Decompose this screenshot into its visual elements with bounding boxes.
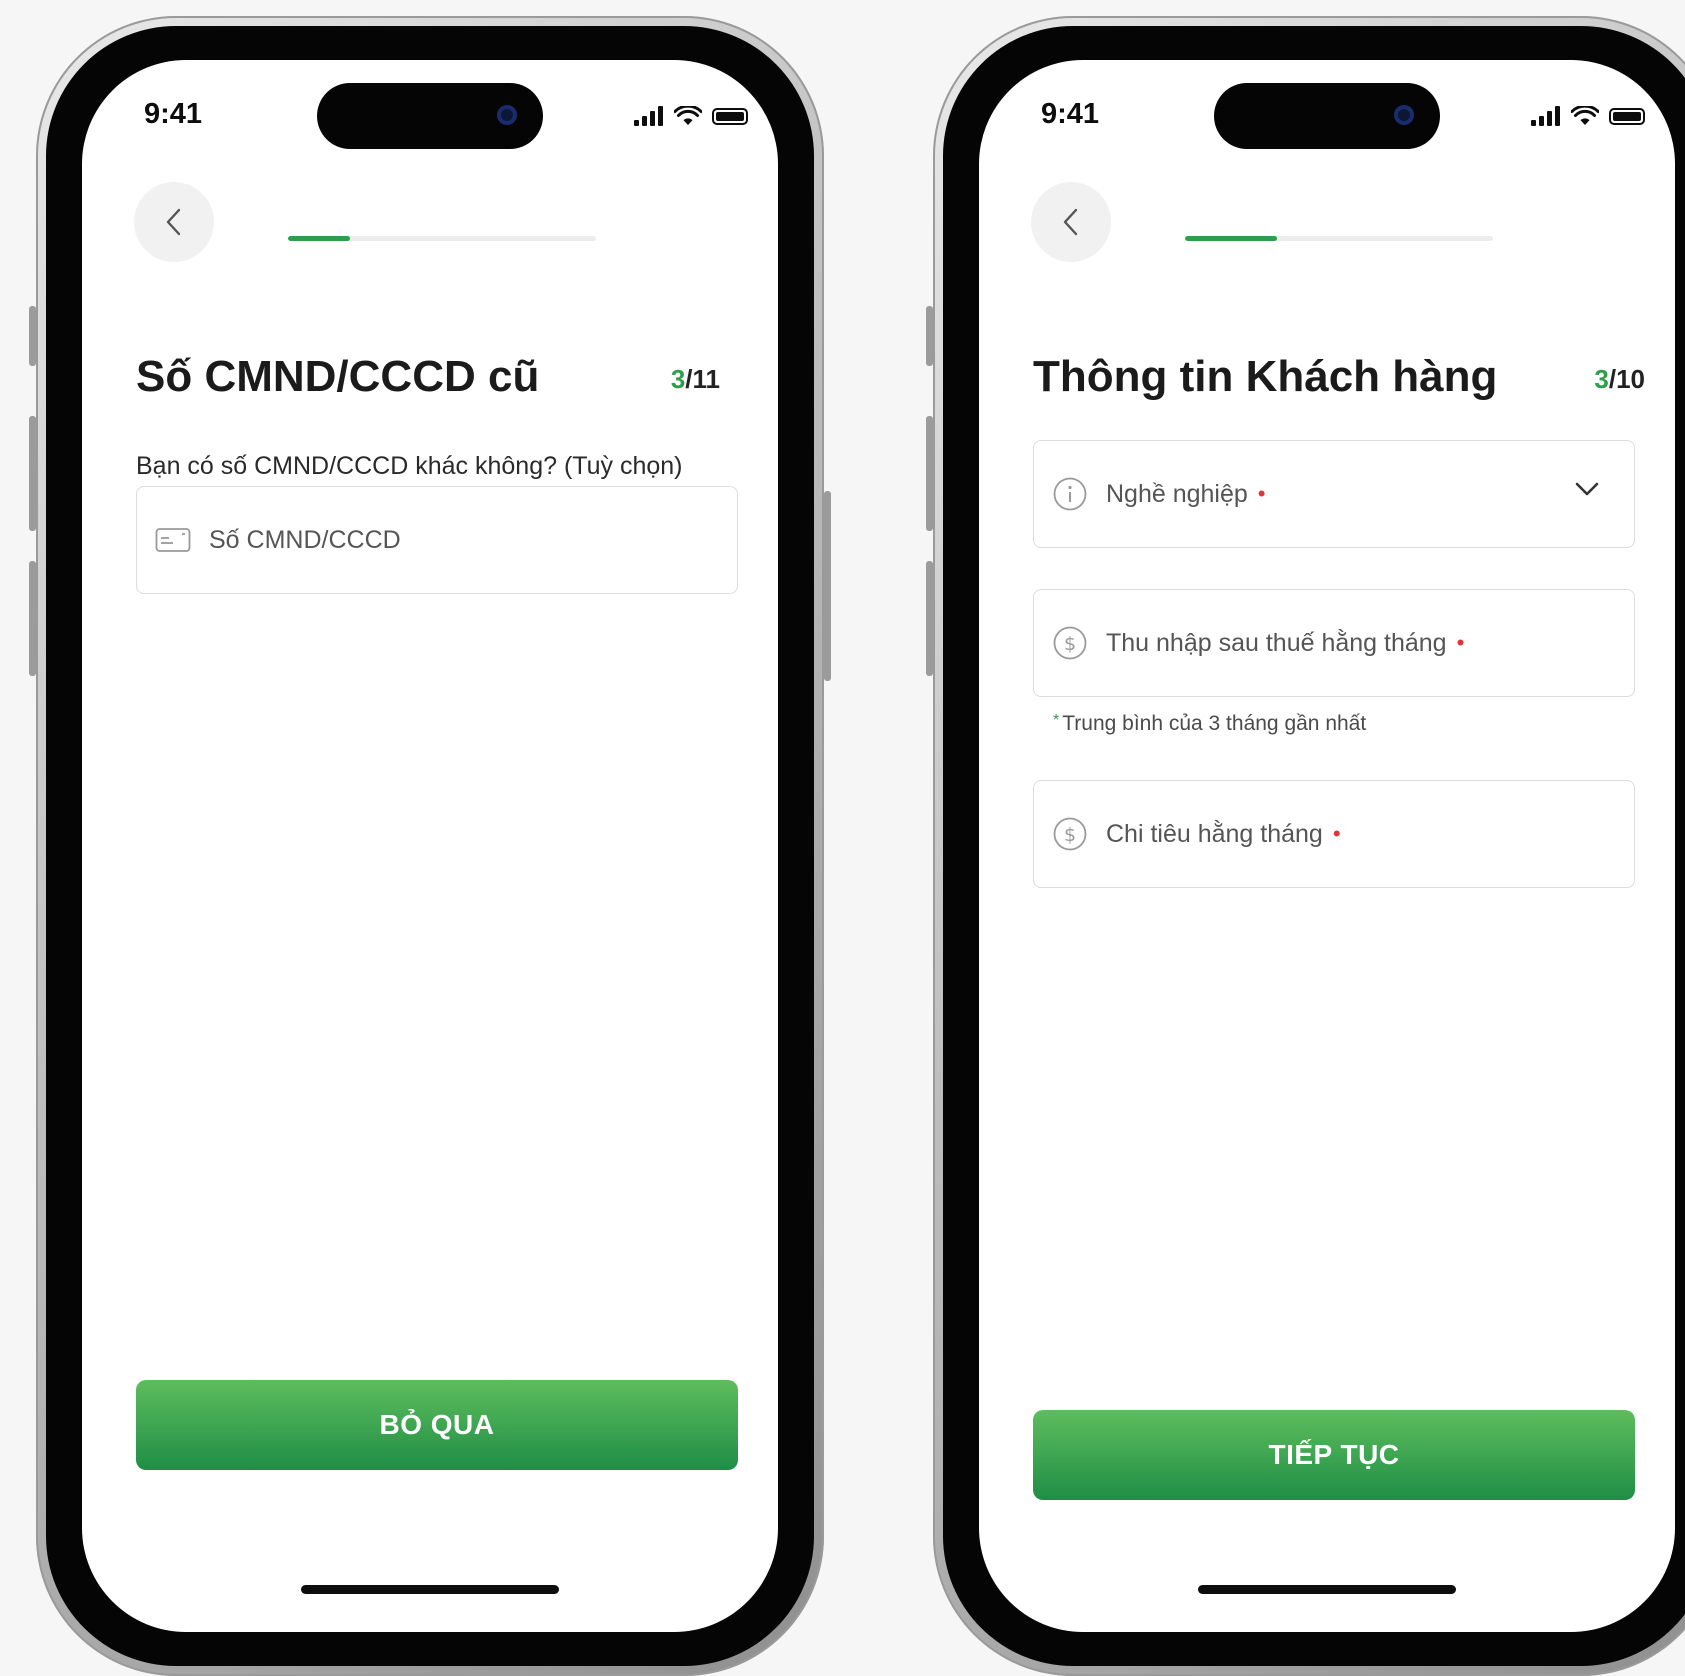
phone-frame-left: 9:41 Số CMND/CCCD cũ 3/11 Bạn có số CMND…	[29, 16, 831, 1676]
required-marker: •	[1456, 630, 1465, 655]
home-indicator[interactable]	[1198, 1585, 1456, 1594]
dollar-icon: $	[1053, 817, 1087, 851]
volume-down-button	[29, 561, 36, 676]
status-icons	[634, 106, 748, 126]
progress-bar	[1185, 236, 1493, 241]
signal-icon	[1531, 106, 1561, 126]
signal-icon	[634, 106, 664, 126]
progress-fill	[1185, 236, 1278, 241]
occupation-label: Nghề nghiệp	[1106, 479, 1248, 508]
page-title: Số CMND/CCCD cũ	[136, 352, 540, 401]
svg-text:$: $	[1064, 633, 1076, 655]
id-number-input[interactable]: Số CMND/CCCD	[136, 486, 738, 594]
battery-icon	[712, 107, 748, 125]
volume-up-button	[29, 416, 36, 531]
step-counter: 3/10	[1594, 364, 1645, 394]
back-button[interactable]	[134, 182, 214, 262]
status-time: 9:41	[144, 98, 203, 130]
monthly-spending-label: Chi tiêu hằng tháng	[1106, 819, 1323, 848]
required-marker: •	[1332, 821, 1341, 846]
phone-frame-right: 9:41 Thông tin Khách hàng 3/10 Nghề nghi	[926, 16, 1685, 1676]
monthly-income-input[interactable]: $ Thu nhập sau thuế hằng tháng •	[1033, 589, 1635, 697]
chevron-down-icon	[1575, 482, 1599, 496]
power-button	[824, 491, 831, 681]
page-title: Thông tin Khách hàng	[1033, 352, 1498, 401]
step-counter: 3/11	[670, 364, 720, 394]
progress-fill	[288, 236, 350, 241]
svg-text:$: $	[1064, 824, 1076, 846]
skip-button[interactable]: BỎ QUA	[136, 1380, 738, 1470]
mute-switch	[926, 306, 933, 366]
dynamic-island	[317, 83, 543, 149]
bezel: 9:41 Số CMND/CCCD cũ 3/11 Bạn có số CMND…	[46, 26, 814, 1666]
wifi-icon	[674, 106, 702, 125]
battery-icon	[1609, 107, 1645, 125]
progress-bar	[288, 236, 596, 241]
volume-up-button	[926, 416, 933, 531]
dynamic-island	[1214, 83, 1440, 149]
home-indicator[interactable]	[301, 1585, 559, 1594]
mute-switch	[29, 306, 36, 366]
required-marker: •	[1257, 481, 1266, 506]
monthly-income-label: Thu nhập sau thuế hằng tháng	[1106, 628, 1447, 657]
chevron-left-icon	[1063, 208, 1078, 236]
screen-old-id: 9:41 Số CMND/CCCD cũ 3/11 Bạn có số CMND…	[82, 60, 778, 1632]
dollar-icon: $	[1053, 626, 1087, 660]
monthly-spending-input[interactable]: $ Chi tiêu hằng tháng •	[1033, 780, 1635, 888]
page-subtitle: Bạn có số CMND/CCCD khác không? (Tuỳ chọ…	[136, 452, 683, 480]
chevron-left-icon	[166, 208, 181, 236]
back-button[interactable]	[1031, 182, 1111, 262]
bezel: 9:41 Thông tin Khách hàng 3/10 Nghề nghi	[943, 26, 1685, 1666]
income-hint: * Trung bình của 3 tháng gần nhất	[1053, 712, 1367, 735]
info-icon	[1053, 477, 1087, 511]
screen-customer-info: 9:41 Thông tin Khách hàng 3/10 Nghề nghi	[979, 60, 1675, 1632]
status-time: 9:41	[1041, 98, 1100, 130]
camera-icon	[497, 105, 517, 125]
wifi-icon	[1571, 106, 1599, 125]
occupation-select[interactable]: Nghề nghiệp •	[1033, 440, 1635, 548]
status-icons	[1531, 106, 1645, 126]
id-card-icon	[155, 528, 191, 552]
continue-button[interactable]: TIẾP TỤC	[1033, 1410, 1635, 1500]
volume-down-button	[926, 561, 933, 676]
id-number-placeholder: Số CMND/CCCD	[209, 525, 401, 554]
camera-icon	[1394, 105, 1414, 125]
